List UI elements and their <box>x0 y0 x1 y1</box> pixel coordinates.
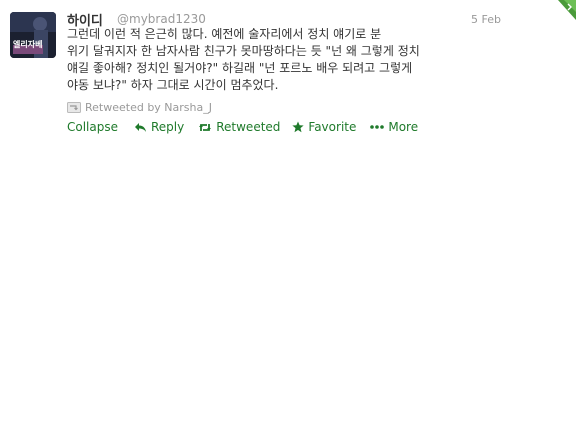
tweet-text-line: 위기 달궈지자 한 남자사람 친구가 못마땅하다는 듯 "넌 왜 그렇게 정치 <box>67 44 420 58</box>
avatar-logo-text: 엘리자베 <box>13 40 43 49</box>
favorite-button[interactable]: Favorite <box>292 120 356 134</box>
avatar-image <box>10 12 56 58</box>
tweet-text-line: 그런데 이런 적 은근히 많다. 예전에 술자리에서 정치 얘기로 분 <box>67 27 382 41</box>
avatar[interactable]: 엘리자베 <box>10 12 56 58</box>
ellipsis-icon <box>370 125 385 129</box>
reply-button[interactable]: Reply <box>134 120 184 134</box>
more-button[interactable]: More <box>370 120 418 134</box>
favorite-label: Favorite <box>308 120 357 134</box>
star-icon <box>292 121 305 133</box>
retweeted-by-line: Retweeted by Narsha_J <box>67 101 212 114</box>
tweet-text: 그런데 이런 적 은근히 많다. 예전에 술자리에서 정치 얘기로 분 위기 달… <box>67 26 507 94</box>
tweet-text-line: 얘길 좋아해? 정치인 될거야?" 하길래 "넌 포르노 배우 되려고 그렇게 <box>67 61 413 75</box>
retweeted-by-text: Retweeted by Narsha_J <box>85 101 212 114</box>
tweet-timestamp[interactable]: 5 Feb <box>471 13 501 26</box>
author-handle[interactable]: @mybrad1230 <box>117 12 206 26</box>
retweet-corner-badge-icon <box>558 0 576 20</box>
reply-label: Reply <box>151 120 185 134</box>
retweet-icon <box>199 123 212 131</box>
retweeted-label: Retweeted <box>216 120 281 134</box>
tweet-actions: Collapse Reply Retweeted Favorite More <box>67 120 418 134</box>
reply-arrow-icon <box>135 122 146 132</box>
tweet-text-line: 야동 보냐?" 하자 그대로 시간이 멈추었다. <box>67 78 279 92</box>
tweet-item[interactable]: 엘리자베 하이디 @mybrad1230 5 Feb 그런데 이런 적 은근히 … <box>0 0 576 150</box>
collapse-link[interactable]: Collapse <box>67 120 118 134</box>
more-label: More <box>388 120 419 134</box>
retweet-icon <box>67 102 81 113</box>
retweeted-button[interactable]: Retweeted <box>198 120 280 134</box>
